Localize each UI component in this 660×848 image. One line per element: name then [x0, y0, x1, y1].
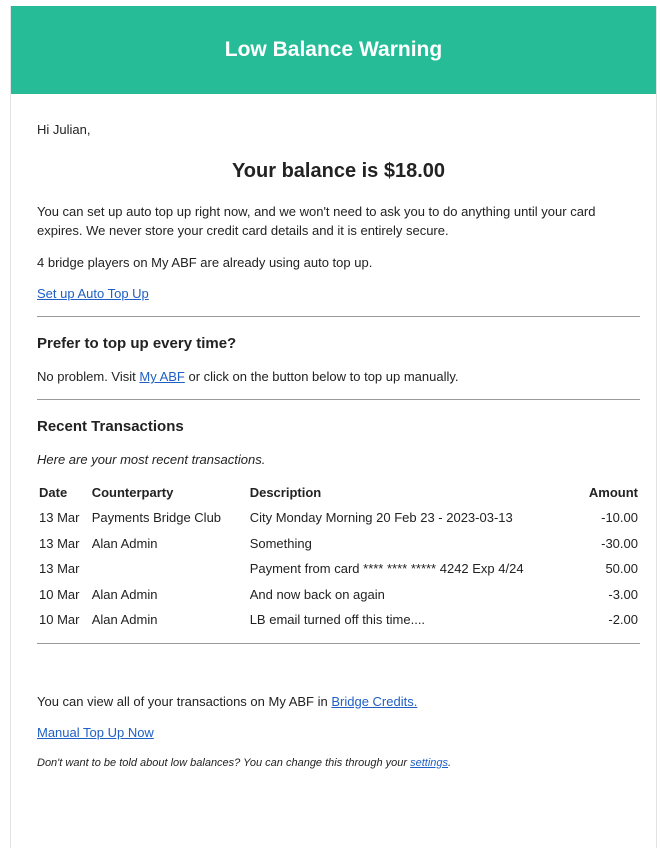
- greeting: Hi Julian,: [37, 122, 91, 137]
- email-body: Hi Julian, Your balance is $18.00 You ca…: [11, 120, 656, 771]
- manual-text-after: or click on the button below to top up m…: [184, 369, 459, 384]
- cell-counterparty: Alan Admin: [91, 586, 158, 602]
- email-card: Low Balance Warning Hi Julian, Your bala…: [10, 6, 657, 848]
- divider: [37, 315, 640, 317]
- auto-topup-usage: 4 bridge players on My ABF are already u…: [37, 254, 373, 270]
- my-abf-link[interactable]: My ABF: [139, 369, 185, 384]
- table-row: 10 Mar Alan Admin LB email turned off th…: [37, 607, 640, 633]
- cell-counterparty: [90, 556, 248, 582]
- transactions-heading: Recent Transactions: [37, 417, 184, 435]
- bridge-credits-link[interactable]: Bridge Credits.: [331, 694, 417, 709]
- manual-topup-text: No problem. Visit My ABF or click on the…: [37, 367, 640, 387]
- table-row: 13 Mar Payments Bridge Club City Monday …: [37, 505, 640, 531]
- cell-date: 13 Mar: [39, 510, 80, 525]
- cell-description: Payment from card **** **** ***** 4242 E…: [249, 561, 524, 576]
- divider: [37, 398, 640, 400]
- header-banner: Low Balance Warning: [11, 6, 656, 94]
- header-title: Low Balance Warning: [224, 38, 443, 61]
- cell-date: 10 Mar: [39, 612, 80, 627]
- table-header-row: Date Counterparty Description Amount: [37, 482, 640, 506]
- cell-counterparty: Payments Bridge Club: [91, 510, 222, 525]
- divider: [37, 642, 640, 644]
- cell-amount: -10.00: [601, 510, 638, 525]
- manual-topup-heading: Prefer to top up every time?: [37, 334, 237, 352]
- view-text: You can view all of your transactions on…: [37, 693, 332, 709]
- cell-description: And now back on again: [249, 586, 385, 602]
- cell-description: City Monday Morning 20 Feb 23 - 2023-03-…: [249, 510, 513, 525]
- column-header-counterparty: Counterparty: [91, 484, 174, 500]
- table-row: 13 Mar Payment from card **** **** *****…: [37, 556, 640, 582]
- cell-amount: -3.00: [608, 586, 638, 602]
- manual-text-before: No problem. Visit: [37, 369, 140, 384]
- table-row: 10 Mar Alan Admin And now back on again …: [37, 582, 640, 608]
- balance-heading: Your balance is $18.00: [231, 159, 446, 182]
- cell-description: Something: [249, 535, 312, 551]
- cell-amount: 50.00: [605, 561, 638, 576]
- auto-topup-description: You can set up auto top up right now, an…: [37, 203, 596, 239]
- cell-description: LB email turned off this time....: [249, 612, 426, 627]
- manual-topup-now-link[interactable]: Manual Top Up Now: [37, 725, 154, 740]
- setup-auto-topup-link[interactable]: Set up Auto Top Up: [37, 286, 149, 301]
- footer-end: .: [448, 756, 452, 769]
- transactions-intro: Here are your most recent transactions.: [37, 452, 266, 467]
- cell-amount: -2.00: [608, 612, 638, 627]
- transactions-table: Date Counterparty Description Amount 13 …: [37, 482, 640, 633]
- column-header-description: Description: [249, 484, 322, 500]
- cell-date: 10 Mar: [39, 586, 80, 602]
- cell-amount: -30.00: [601, 535, 638, 551]
- cell-date: 13 Mar: [39, 561, 80, 576]
- view-transactions-text: You can view all of your transactions on…: [37, 692, 640, 712]
- table-row: 13 Mar Alan Admin Something -30.00: [37, 531, 640, 557]
- cell-counterparty: Alan Admin: [91, 612, 158, 627]
- column-header-date: Date: [39, 484, 68, 500]
- cell-date: 13 Mar: [39, 535, 80, 551]
- cell-counterparty: Alan Admin: [91, 535, 158, 551]
- footer-text: Don't want to be told about low balances…: [37, 756, 411, 769]
- footer-note: Don't want to be told about low balances…: [37, 755, 640, 772]
- settings-link[interactable]: settings: [410, 757, 448, 769]
- column-header-amount: Amount: [588, 484, 638, 500]
